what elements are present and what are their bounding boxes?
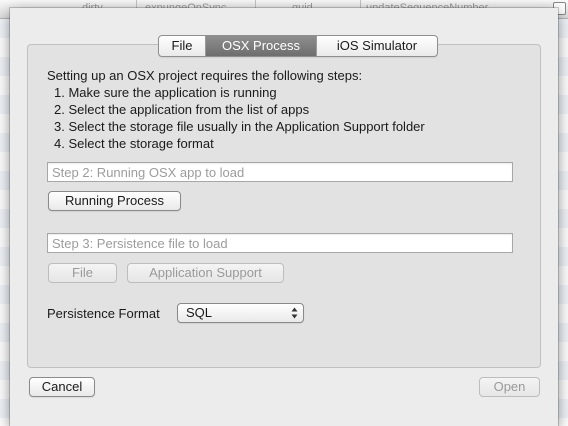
open-button[interactable]: Open — [479, 377, 540, 397]
persistence-format-select[interactable]: SQL — [177, 303, 304, 323]
step-item: 4. Select the storage format — [54, 136, 214, 151]
instructions: Setting up an OSX project requires the f… — [47, 67, 425, 152]
running-process-button[interactable]: Running Process — [48, 191, 181, 211]
application-support-button[interactable]: Application Support — [127, 263, 284, 283]
step-item: 2. Select the application from the list … — [54, 102, 310, 117]
select-arrows-icon — [291, 306, 298, 320]
persistence-format-value: SQL — [186, 305, 213, 320]
tab-bar: File OSX Process iOS Simulator — [158, 35, 438, 57]
file-button[interactable]: File — [48, 263, 117, 283]
persistence-file-field[interactable] — [47, 233, 513, 253]
tab-osx-process[interactable]: OSX Process — [206, 36, 317, 56]
persistence-format-label: Persistence Format — [47, 306, 160, 321]
cancel-button[interactable]: Cancel — [29, 377, 95, 397]
step-item: 1. Make sure the application is running — [54, 85, 277, 100]
open-project-sheet: File OSX Process iOS Simulator Setting u… — [10, 8, 558, 426]
tab-ios-simulator[interactable]: iOS Simulator — [317, 36, 437, 56]
instructions-heading: Setting up an OSX project requires the f… — [47, 68, 363, 83]
running-app-field[interactable] — [47, 162, 513, 182]
step-item: 3. Select the storage file usually in th… — [54, 119, 425, 134]
tab-file[interactable]: File — [159, 36, 206, 56]
steps-list: 1. Make sure the application is running … — [47, 84, 425, 152]
